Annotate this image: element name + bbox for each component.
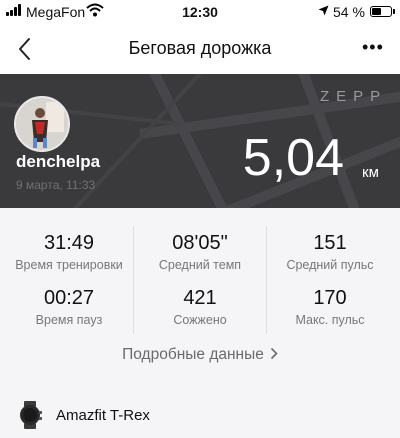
- workout-date: 9 марта, 11:33: [16, 178, 96, 192]
- details-link-label: Подробные данные: [122, 346, 264, 363]
- stat-pause-time: 00:27 Время пауз: [2, 285, 136, 327]
- stat-value: 08'05": [172, 232, 228, 254]
- chevron-right-icon: [270, 347, 278, 360]
- stat-value: 151: [313, 232, 347, 254]
- device-row[interactable]: Amazfit T-Rex: [16, 400, 150, 430]
- stat-label: Время тренировки: [15, 258, 123, 272]
- stat-value: 00:27: [43, 287, 95, 309]
- stat-calories-burned: 421 Сожжено: [133, 285, 267, 327]
- user-photo-icon: [16, 98, 68, 150]
- stat-value: 170: [313, 287, 347, 309]
- device-name: Amazfit T-Rex: [56, 406, 150, 424]
- nav-bar: Беговая дорожка •••: [0, 24, 400, 74]
- avatar[interactable]: [14, 96, 70, 152]
- stat-average-heart-rate: 151 Средний пульс: [263, 230, 397, 272]
- details-link[interactable]: Подробные данные: [0, 346, 400, 364]
- stat-label: Средний темп: [158, 258, 242, 272]
- stat-value: 31:49: [43, 232, 95, 254]
- stat-average-pace: 08'05" Средний темп: [133, 230, 267, 272]
- workout-stats: 31:49 Время тренировки 08'05" Средний те…: [0, 208, 400, 438]
- distance-unit: км: [362, 164, 379, 181]
- stat-label: Макс. пульс: [295, 313, 365, 327]
- workout-banner: denchelpa 9 марта, 11:33 ZEPP 5,04 км: [0, 74, 400, 208]
- stat-value: 421: [183, 287, 217, 309]
- stat-label: Время пауз: [35, 313, 103, 327]
- username: denchelpa: [16, 152, 101, 171]
- brand-logo: ZEPP: [320, 88, 388, 105]
- stat-workout-time: 31:49 Время тренировки: [2, 230, 136, 272]
- stat-label: Средний пульс: [286, 258, 374, 272]
- watch-icon: [20, 401, 42, 429]
- stat-label: Сожжено: [173, 313, 227, 327]
- distance-value: 5,04: [242, 129, 344, 187]
- more-options-icon[interactable]: •••: [362, 38, 384, 56]
- location-arrow-icon: [318, 5, 329, 16]
- battery-icon: [370, 6, 395, 17]
- battery-percent: 54 %: [333, 4, 365, 20]
- stat-max-heart-rate: 170 Макс. пульс: [263, 285, 397, 327]
- page-title: Беговая дорожка: [128, 38, 272, 58]
- status-bar: MegaFon 12:30 54 %: [0, 0, 400, 24]
